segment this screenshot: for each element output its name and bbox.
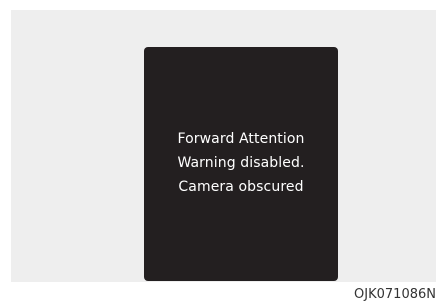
warning-message: Forward Attention Warning disabled. Came…: [144, 127, 338, 199]
figure-area: Forward Attention Warning disabled. Came…: [11, 10, 436, 282]
figure-code: OJK071086N: [354, 287, 436, 302]
warning-message-line-3: Camera obscured: [178, 179, 304, 195]
warning-message-line-2: Warning disabled.: [177, 155, 305, 171]
warning-message-line-1: Forward Attention: [177, 131, 305, 147]
cluster-display-panel: Forward Attention Warning disabled. Came…: [144, 47, 338, 281]
